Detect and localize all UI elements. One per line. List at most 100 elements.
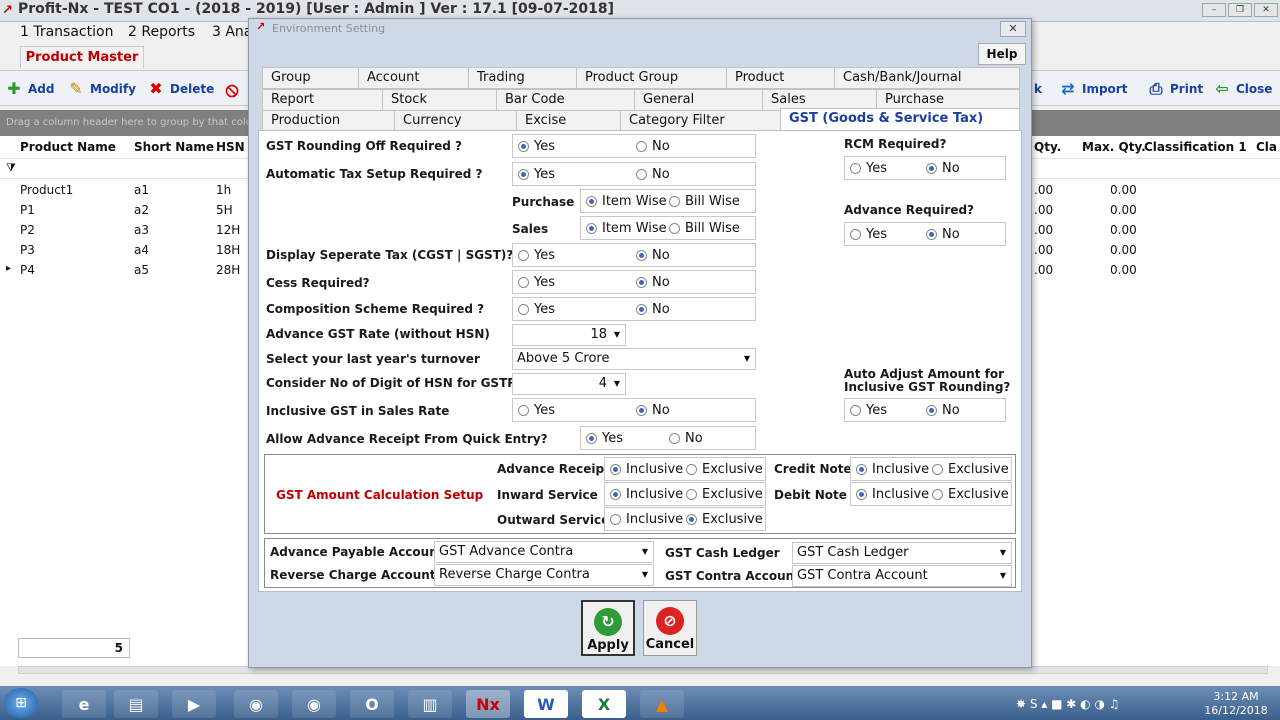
- cell-product-name[interactable]: P4: [20, 263, 35, 277]
- internet-explorer-icon[interactable]: e: [62, 690, 106, 718]
- excel-icon[interactable]: X: [582, 690, 626, 718]
- cell-qty[interactable]: .00: [1034, 223, 1053, 237]
- cell-max-qty[interactable]: 0.00: [1110, 183, 1137, 197]
- filter-row-icon[interactable]: ⧩: [6, 161, 16, 175]
- restore-button[interactable]: ❐: [1228, 3, 1252, 17]
- add-button[interactable]: ✚ Add: [4, 78, 54, 100]
- display-tax-yes[interactable]: Yes: [518, 248, 555, 263]
- hsn-digits-select[interactable]: 4 ▼: [512, 373, 626, 395]
- auto-adjust-no[interactable]: No: [926, 403, 960, 418]
- cancel-toolbar-button[interactable]: ⦸: [222, 78, 242, 100]
- start-button-icon[interactable]: ⊞: [4, 688, 38, 718]
- cell-qty[interactable]: .00: [1034, 243, 1053, 257]
- credit-note-inclusive[interactable]: Inclusive: [856, 462, 929, 477]
- minimize-button[interactable]: –: [1202, 3, 1226, 17]
- cell-product-name[interactable]: Product1: [20, 183, 73, 197]
- delete-button[interactable]: ✖ Delete: [146, 78, 214, 100]
- file-explorer-icon[interactable]: ▤: [114, 690, 158, 718]
- tab-general[interactable]: General: [634, 89, 764, 111]
- outward-service-inclusive[interactable]: Inclusive: [610, 512, 683, 527]
- menu-analysis[interactable]: 3 Ana: [212, 24, 252, 40]
- tab-stock[interactable]: Stock: [382, 89, 498, 111]
- column-classification-1[interactable]: Classification 1: [1144, 140, 1247, 154]
- tab-product-group[interactable]: Product Group: [576, 67, 728, 89]
- column-qty[interactable]: Qty.: [1034, 140, 1061, 154]
- cell-short-name[interactable]: a3: [134, 223, 149, 237]
- cancel-button[interactable]: ⊘ Cancel: [643, 600, 697, 656]
- column-classification-2[interactable]: Cla: [1256, 140, 1277, 154]
- auto-tax-no[interactable]: No: [636, 167, 670, 182]
- tray-icons[interactable]: ✸ S ▴ ■ ✱ ◐ ◑ ♫: [1016, 697, 1120, 711]
- dialog-close-button[interactable]: ✕: [1000, 21, 1026, 37]
- column-product-name[interactable]: Product Name: [20, 140, 116, 154]
- advance-receipt-inclusive[interactable]: Inclusive: [610, 462, 683, 477]
- inclusive-gst-yes[interactable]: Yes: [518, 403, 555, 418]
- inward-service-inclusive[interactable]: Inclusive: [610, 487, 683, 502]
- firefox-icon[interactable]: ◉: [234, 690, 278, 718]
- inward-service-exclusive[interactable]: Exclusive: [686, 487, 763, 502]
- advance-payable-select[interactable]: GST Advance Contra ▼: [434, 541, 654, 563]
- tab-product-master[interactable]: Product Master: [20, 46, 144, 68]
- cell-hsn[interactable]: 28H: [216, 263, 240, 277]
- adv-rate-select[interactable]: 18 ▼: [512, 324, 626, 346]
- cess-no[interactable]: No: [636, 275, 670, 290]
- purchase-item-wise[interactable]: Item Wise: [586, 194, 667, 209]
- tab-account[interactable]: Account: [358, 67, 470, 89]
- tab-trading[interactable]: Trading: [468, 67, 578, 89]
- close-button[interactable]: ⇦ Close: [1212, 78, 1272, 100]
- cell-qty[interactable]: .00: [1034, 203, 1053, 217]
- gst-cash-ledger-select[interactable]: GST Cash Ledger ▼: [792, 542, 1012, 564]
- column-short-name[interactable]: Short Name: [134, 140, 214, 154]
- cell-product-name[interactable]: P3: [20, 243, 35, 257]
- cell-qty[interactable]: .00: [1034, 183, 1053, 197]
- tab-product[interactable]: Product: [726, 67, 836, 89]
- credit-note-exclusive[interactable]: Exclusive: [932, 462, 1009, 477]
- turnover-select[interactable]: Above 5 Crore ▼: [512, 348, 756, 370]
- cell-hsn[interactable]: 1h: [216, 183, 231, 197]
- tab-gst[interactable]: GST (Goods & Service Tax): [780, 108, 1020, 132]
- auto-tax-yes[interactable]: Yes: [518, 167, 555, 182]
- menu-transaction[interactable]: 1 Transaction: [20, 24, 113, 40]
- cell-hsn[interactable]: 5H: [216, 203, 233, 217]
- import-button[interactable]: ⇄ Import: [1058, 78, 1127, 100]
- tab-report[interactable]: Report: [262, 89, 384, 111]
- notes-icon[interactable]: ▥: [408, 690, 452, 718]
- column-max-qty[interactable]: Max. Qty.: [1082, 140, 1146, 154]
- adv-receipt-quick-no[interactable]: No: [669, 431, 703, 446]
- cell-short-name[interactable]: a1: [134, 183, 149, 197]
- cell-short-name[interactable]: a4: [134, 243, 149, 257]
- close-window-button[interactable]: ✕: [1254, 3, 1278, 17]
- modify-button[interactable]: ✎ Modify: [66, 78, 136, 100]
- sales-item-wise[interactable]: Item Wise: [586, 221, 667, 236]
- rcm-no[interactable]: No: [926, 161, 960, 176]
- cell-max-qty[interactable]: 0.00: [1110, 263, 1137, 277]
- cell-max-qty[interactable]: 0.00: [1110, 243, 1137, 257]
- apply-button[interactable]: ↻ Apply: [581, 600, 635, 656]
- advance-required-no[interactable]: No: [926, 227, 960, 242]
- cess-yes[interactable]: Yes: [518, 275, 555, 290]
- tab-bar-code[interactable]: Bar Code: [496, 89, 636, 111]
- auto-adjust-yes[interactable]: Yes: [850, 403, 887, 418]
- advance-receipt-exclusive[interactable]: Exclusive: [686, 462, 763, 477]
- help-button[interactable]: Help: [978, 43, 1026, 65]
- rcm-yes[interactable]: Yes: [850, 161, 887, 176]
- tab-currency[interactable]: Currency: [394, 110, 518, 132]
- adv-receipt-quick-yes[interactable]: Yes: [586, 431, 623, 446]
- chrome-icon[interactable]: ◉: [292, 690, 336, 718]
- menu-reports[interactable]: 2 Reports: [128, 24, 195, 40]
- cell-qty[interactable]: .00: [1034, 263, 1053, 277]
- gst-contra-account-select[interactable]: GST Contra Account ▼: [792, 565, 1012, 587]
- cell-max-qty[interactable]: 0.00: [1110, 203, 1137, 217]
- inclusive-gst-no[interactable]: No: [636, 403, 670, 418]
- cell-short-name[interactable]: a5: [134, 263, 149, 277]
- vlc-icon[interactable]: ▲: [640, 690, 684, 718]
- tab-cash-bank-journal[interactable]: Cash/Bank/Journal: [834, 67, 1020, 89]
- print-button[interactable]: ⎙ Print: [1146, 78, 1204, 100]
- cell-product-name[interactable]: P1: [20, 203, 35, 217]
- tab-group[interactable]: Group: [262, 67, 360, 89]
- composition-no[interactable]: No: [636, 302, 670, 317]
- composition-yes[interactable]: Yes: [518, 302, 555, 317]
- cell-short-name[interactable]: a2: [134, 203, 149, 217]
- toolbar-partial-button[interactable]: k: [1034, 78, 1042, 100]
- sales-bill-wise[interactable]: Bill Wise: [669, 221, 740, 236]
